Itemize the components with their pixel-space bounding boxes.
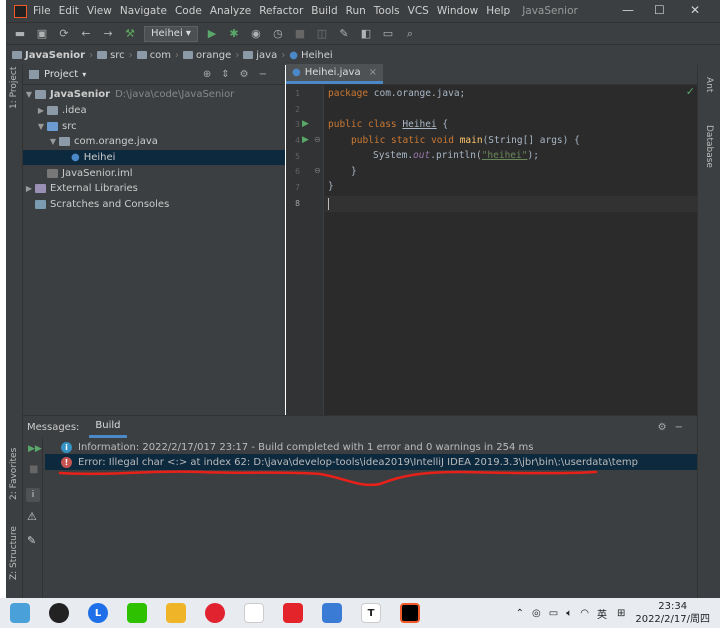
keyboard-icon[interactable]: ⊞ (617, 608, 625, 619)
notepad-icon[interactable] (10, 603, 30, 623)
intellij-taskbar-icon[interactable] (400, 603, 420, 623)
system-tray: ⌃ ◎ ▭ 🔈︎ ◠ 英 ⊞ 23:34 2022/2/17/周四 (516, 598, 710, 628)
wifi-icon[interactable]: ◠ (580, 608, 589, 619)
wechat-icon[interactable] (127, 603, 147, 623)
red-underline-annotation (58, 470, 598, 487)
qq-icon[interactable] (49, 603, 69, 623)
clock-time: 23:34 (658, 601, 688, 612)
battery-icon[interactable]: ▭ (549, 608, 558, 619)
app-icon[interactable] (244, 603, 264, 623)
tray-overflow-icon[interactable]: ⌃ (516, 608, 524, 619)
ime-indicator[interactable]: 英 (597, 606, 607, 621)
app-red-icon[interactable] (283, 603, 303, 623)
clock-date: 2022/2/17/周四 (635, 614, 710, 625)
typora-icon[interactable]: T (361, 603, 381, 623)
netease-music-icon[interactable] (205, 603, 225, 623)
windows-taskbar: L T ⌃ ◎ ▭ 🔈︎ ◠ 英 ⊞ 23:34 2022/2/17/周四 (0, 598, 720, 628)
browser-l-icon[interactable]: L (88, 603, 108, 623)
file-explorer-icon[interactable] (166, 603, 186, 623)
calculator-icon[interactable] (322, 603, 342, 623)
tray-app-icon[interactable]: ◎ (532, 608, 541, 619)
volume-icon[interactable]: 🔈︎ (566, 608, 572, 619)
clock[interactable]: 23:34 2022/2/17/周四 (635, 600, 710, 626)
